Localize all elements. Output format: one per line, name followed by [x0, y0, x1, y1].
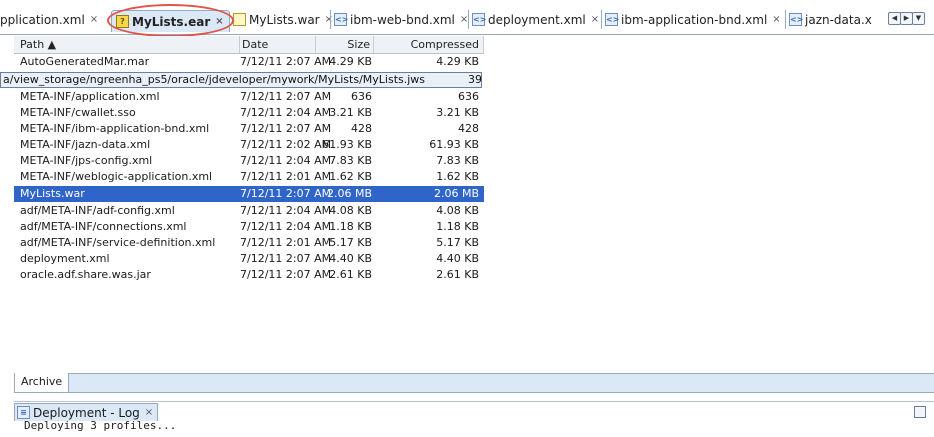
xml-file-icon: <>	[334, 13, 349, 26]
close-icon[interactable]: ×	[145, 407, 153, 418]
cell-size: 4.40 KB	[329, 252, 372, 265]
tab-mylists-ear[interactable]: ? MyLists.ear ×	[111, 10, 230, 32]
cell-compressed: 1.62 KB	[436, 170, 479, 183]
cell-size: 5.17 KB	[329, 236, 372, 249]
tab-label: ibm-web-bnd.xml	[350, 12, 455, 27]
log-icon: ≡	[17, 406, 30, 419]
cell-size: 4.29 KB	[329, 55, 372, 68]
tab-archive[interactable]: Archive	[14, 373, 70, 393]
war-file-icon	[233, 13, 246, 26]
log-line: Deploying 3 profiles...	[24, 419, 177, 432]
tab-label: Deployment - Log	[33, 405, 140, 420]
cell-size: 3.21 KB	[329, 106, 372, 119]
cell-size: 61.93 KB	[322, 138, 372, 151]
minimize-icon[interactable]	[914, 406, 926, 418]
cell-size: 2.61 KB	[329, 268, 372, 281]
cell-path: META-INF/ibm-application-bnd.xml	[20, 122, 210, 135]
tab-application-xml[interactable]: pplication.xml ×	[0, 9, 98, 30]
tab-separator	[330, 10, 331, 29]
editor-bottom-tab-strip: Archive	[14, 373, 934, 393]
path-tooltip: a/view_storage/ngreenha_ps5/oracle/jdeve…	[0, 72, 482, 88]
cell-compressed: 2.06 MB	[433, 187, 479, 200]
table-row[interactable]: META-INF/cwallet.sso 7/12/11 2:04 AM 3.2…	[14, 105, 484, 121]
cell-compressed: 428	[458, 122, 479, 135]
table-row[interactable]: META-INF/weblogic-application.xml 7/12/1…	[14, 169, 484, 185]
table-row[interactable]: AutoGeneratedMar.mar 7/12/11 2:07 AM 4.2…	[14, 54, 484, 70]
cell-compressed: 5.17 KB	[436, 236, 479, 249]
cell-path: MyLists.war	[20, 187, 85, 200]
tooltip-text: a/view_storage/ngreenha_ps5/oracle/jdeve…	[3, 73, 426, 86]
cell-compressed: 7.83 KB	[436, 154, 479, 167]
close-icon[interactable]: ×	[215, 16, 223, 27]
cell-path: META-INF/jazn-data.xml	[20, 138, 151, 151]
tab-label: pplication.xml	[0, 12, 85, 27]
cell-size: 636	[351, 90, 372, 103]
cell-size: 428	[351, 122, 372, 135]
tab-label: MyLists.ear	[132, 14, 211, 29]
tab-list-dropdown-icon[interactable]: ▼	[912, 12, 925, 25]
xml-file-icon: <>	[472, 13, 487, 26]
table-row[interactable]: META-INF/jazn-data.xml 7/12/11 2:02 AM 6…	[14, 137, 484, 153]
cell-compressed: 636	[458, 90, 479, 103]
cell-compressed: 2.61 KB	[436, 268, 479, 281]
cell-compressed: 4.08 KB	[436, 204, 479, 217]
cell-path: META-INF/weblogic-application.xml	[20, 170, 213, 183]
cell-compressed: 4.40 KB	[436, 252, 479, 265]
tab-label: deployment.xml	[488, 12, 586, 27]
cell-size: 2.06 MB	[326, 187, 372, 200]
tab-label: ibm-application-bnd.xml	[621, 12, 768, 27]
tab-mylists-war[interactable]: MyLists.war ×	[233, 9, 333, 30]
tab-ibm-application-bnd-xml[interactable]: <> ibm-application-bnd.xml ×	[605, 9, 781, 30]
cell-path: META-INF/jps-config.xml	[20, 154, 153, 167]
column-header-size[interactable]: Size	[316, 36, 374, 54]
table-row[interactable]: META-INF/ibm-application-bnd.xml 7/12/11…	[14, 121, 484, 137]
cell-size: 1.62 KB	[329, 170, 372, 183]
cell-path: adf/META-INF/connections.xml	[20, 220, 187, 233]
tab-separator	[468, 10, 469, 29]
cell-path: META-INF/cwallet.sso	[20, 106, 136, 119]
close-icon[interactable]: ×	[772, 14, 780, 25]
ear-file-icon: ?	[116, 15, 129, 28]
table-row[interactable]: META-INF/jps-config.xml 7/12/11 2:04 AM …	[14, 153, 484, 169]
tab-separator	[785, 10, 786, 29]
cell-path: deployment.xml	[20, 252, 110, 265]
cell-size: 1.18 KB	[329, 220, 372, 233]
tab-label: MyLists.war	[249, 12, 320, 27]
cell-compressed: 3.21 KB	[436, 106, 479, 119]
cell-compressed: 1.18 KB	[436, 220, 479, 233]
close-icon[interactable]: ×	[90, 14, 98, 25]
cell-size: 4.08 KB	[329, 204, 372, 217]
table-row[interactable]: deployment.xml 7/12/11 2:07 AM 4.40 KB 4…	[14, 251, 484, 267]
tab-ibm-web-bnd-xml[interactable]: <> ibm-web-bnd.xml ×	[334, 9, 468, 30]
table-row[interactable]: adf/META-INF/adf-config.xml 7/12/11 2:04…	[14, 203, 484, 219]
cell-path: adf/META-INF/adf-config.xml	[20, 204, 175, 217]
deployment-log-panel: ≡ Deployment - Log × Deploying 3 profile…	[14, 401, 934, 437]
close-icon[interactable]: ×	[591, 14, 599, 25]
table-row[interactable]: META-INF/application.xml 7/12/11 2:07 AM…	[14, 89, 484, 105]
cell-path: META-INF/application.xml	[20, 90, 160, 103]
cell-path: oracle.adf.share.was.jar	[20, 268, 151, 281]
close-icon[interactable]: ×	[325, 14, 333, 25]
tab-label: jazn-data.x	[805, 12, 872, 27]
editor-tab-bar: pplication.xml × ? MyLists.ear × MyLists…	[0, 0, 934, 37]
cell-path: AutoGeneratedMar.mar	[20, 55, 150, 68]
cell-size: 7.83 KB	[329, 154, 372, 167]
table-row[interactable]: adf/META-INF/service-definition.xml 7/12…	[14, 235, 484, 251]
column-header-date[interactable]: Date	[240, 36, 316, 54]
xml-file-icon: <>	[605, 13, 620, 26]
cell-compressed: 4.29 KB	[436, 55, 479, 68]
tab-separator	[601, 10, 602, 29]
xml-file-icon: <>	[789, 13, 804, 26]
column-header-compressed[interactable]: Compressed	[374, 36, 484, 54]
cell-path: adf/META-INF/service-definition.xml	[20, 236, 216, 249]
tab-jazn-data-xml[interactable]: <> jazn-data.x	[789, 9, 872, 30]
tab-deployment-xml[interactable]: <> deployment.xml ×	[472, 9, 599, 30]
table-row[interactable]: oracle.adf.share.was.jar 7/12/11 2:07 AM…	[14, 267, 484, 283]
column-header-path[interactable]: Path ▲	[14, 36, 240, 54]
table-row-selected[interactable]: MyLists.war 7/12/11 2:07 AM 2.06 MB 2.06…	[14, 186, 484, 202]
tooltip-tail: 39	[468, 73, 482, 86]
table-row[interactable]: adf/META-INF/connections.xml 7/12/11 2:0…	[14, 219, 484, 235]
cell-compressed: 61.93 KB	[429, 138, 479, 151]
